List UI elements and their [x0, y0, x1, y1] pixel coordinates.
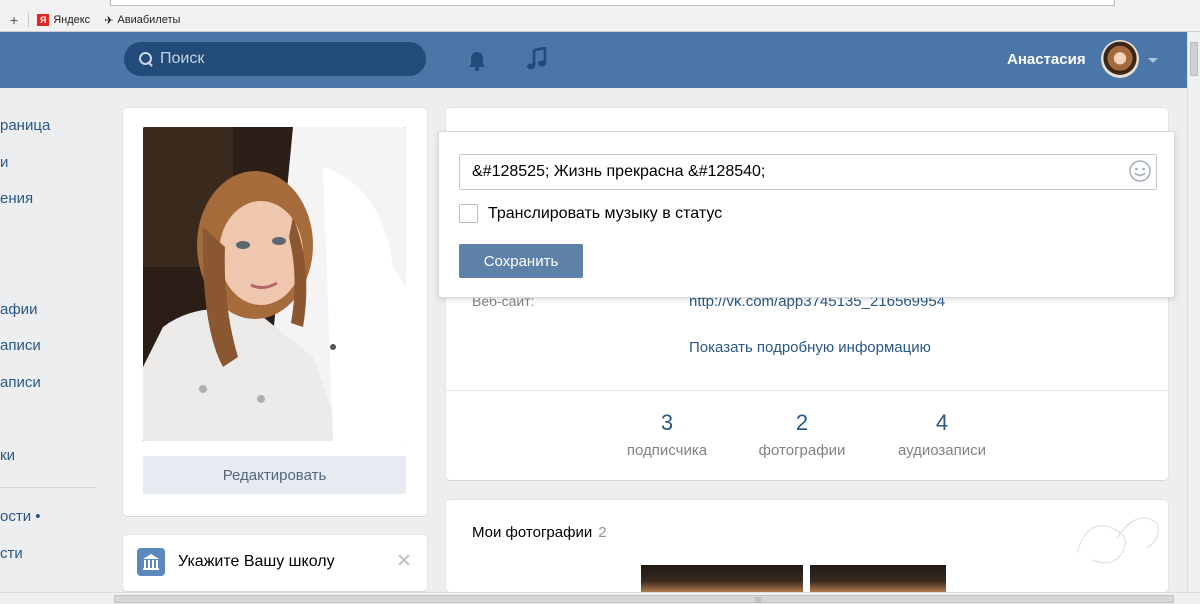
photo-thumbnail[interactable]	[641, 565, 803, 592]
photos-count: 2	[598, 524, 607, 541]
music-icon[interactable]	[526, 47, 548, 71]
site-header: Анастасия	[0, 32, 1187, 88]
bell-icon[interactable]	[466, 50, 488, 72]
broadcast-music-checkbox[interactable]	[459, 204, 478, 223]
search-input[interactable]	[160, 50, 410, 68]
bookmark-label: Авиабилеты	[117, 14, 181, 26]
add-bookmark-icon[interactable]: +	[10, 12, 18, 28]
profile-photo[interactable]	[143, 127, 406, 441]
counter-label: аудиозаписи	[897, 442, 987, 459]
status-input[interactable]	[459, 154, 1157, 190]
bookmarks-bar: + Я Яндекс ✈ Авиабилеты	[0, 11, 194, 29]
address-bar[interactable]	[110, 0, 1115, 6]
counter-value: 2	[795, 410, 809, 435]
vertical-scrollbar[interactable]	[1187, 32, 1200, 592]
chevron-down-icon[interactable]	[1148, 58, 1158, 63]
menu-item-news[interactable]: и	[0, 154, 8, 171]
bookmark-yandex[interactable]: Я Яндекс	[37, 14, 90, 26]
scrollbar-grip-icon: |||	[755, 597, 762, 604]
show-more-info-link[interactable]: Показать подробную информацию	[689, 339, 931, 356]
menu-item-news-extra[interactable]: ости •	[0, 508, 41, 525]
save-button[interactable]: Сохранить	[459, 244, 583, 278]
club-sovet-watermark	[1075, 516, 1160, 570]
profile-photo-image	[143, 127, 406, 441]
menu-item-videos[interactable]: аписи	[0, 337, 41, 354]
photos-card: Мои фотографии 2	[446, 500, 1168, 592]
edit-profile-button[interactable]: Редактировать	[143, 456, 406, 494]
photos-counter[interactable]: 2 фотографии	[752, 410, 852, 459]
info-divider	[446, 390, 1168, 391]
plane-icon: ✈	[104, 14, 114, 27]
close-icon[interactable]	[397, 553, 411, 567]
counter-label: подписчика	[626, 442, 708, 459]
counter-value: 4	[935, 410, 949, 435]
bookmarks-divider	[28, 13, 30, 27]
followers-counter[interactable]: 3 подписчика	[618, 410, 716, 459]
menu-item-messages[interactable]: ения	[0, 190, 33, 207]
counter-label: фотографии	[758, 442, 846, 459]
bookmark-label: Яндекс	[53, 14, 91, 26]
school-card: Укажите Вашу школу	[123, 535, 427, 591]
avatar[interactable]	[1101, 40, 1139, 78]
photo-thumbnail[interactable]	[810, 565, 946, 592]
search-box[interactable]	[124, 42, 426, 76]
school-icon	[137, 548, 165, 576]
browser-toolbar: + Я Яндекс ✈ Авиабилеты	[0, 0, 1200, 32]
menu-item-audios[interactable]: аписи	[0, 374, 41, 391]
smile-icon[interactable]	[1128, 159, 1152, 183]
horizontal-scrollbar-thumb[interactable]: |||	[114, 595, 1174, 604]
yandex-icon: Я	[37, 14, 50, 26]
menu-item-my-page[interactable]: раница	[0, 117, 50, 134]
vertical-scrollbar-thumb[interactable]	[1190, 42, 1198, 76]
menu-item-bookmarks[interactable]: ки	[0, 447, 15, 464]
menu-item-extra[interactable]: сти	[0, 545, 23, 562]
photos-title-label: Мои фотографии	[472, 524, 593, 541]
counter-value: 3	[660, 410, 674, 435]
profile-card: Редактировать	[123, 108, 427, 516]
photos-title[interactable]: Мои фотографии 2	[472, 524, 607, 541]
bookmark-aviabilety[interactable]: ✈ Авиабилеты	[104, 14, 180, 27]
school-prompt[interactable]: Укажите Вашу школу	[178, 553, 335, 571]
horizontal-scrollbar[interactable]: |||	[0, 592, 1200, 604]
user-name[interactable]: Анастасия	[1007, 51, 1086, 68]
audios-counter[interactable]: 4 аудиозаписи	[889, 410, 995, 459]
menu-divider	[0, 487, 96, 488]
search-icon	[138, 51, 154, 67]
status-edit-popup: Транслировать музыку в статус Сохранить	[438, 131, 1175, 298]
broadcast-music-label[interactable]: Транслировать музыку в статус	[488, 205, 722, 223]
menu-item-photos[interactable]: афии	[0, 301, 37, 318]
